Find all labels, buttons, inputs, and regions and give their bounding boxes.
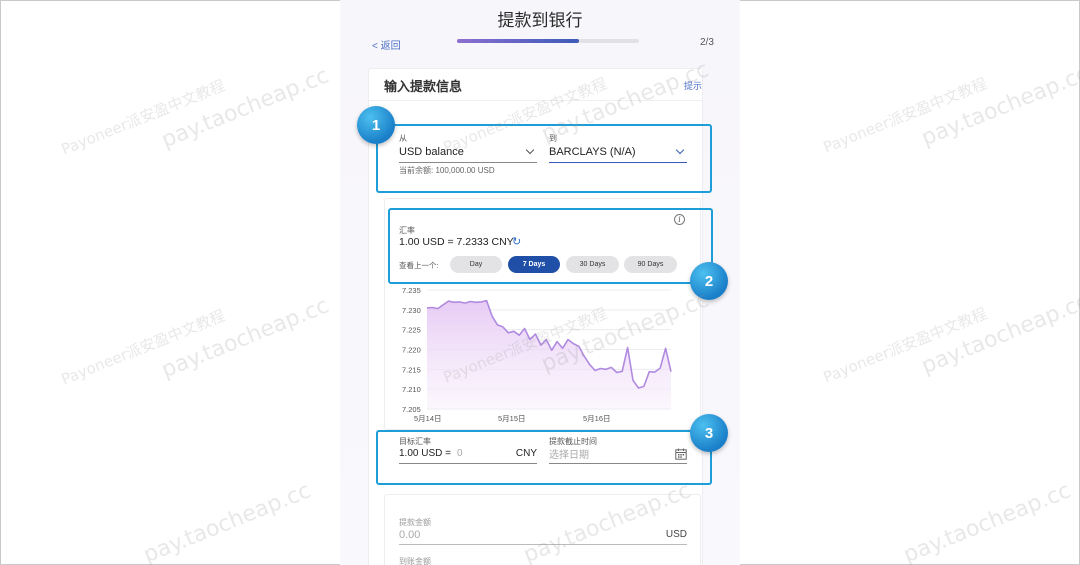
step-indicator: 2/3 <box>700 37 714 48</box>
progress-bar <box>457 39 639 43</box>
back-link[interactable]: < 返回 <box>372 37 401 52</box>
withdraw-amount-value: 0.00 <box>399 528 421 541</box>
withdraw-currency: USD <box>665 529 687 540</box>
step-badge-1: 1 <box>357 106 395 144</box>
y-tick-label: 7.230 <box>402 306 421 315</box>
highlight-box-target-rate <box>376 430 712 485</box>
highlight-box-exchange-rate <box>388 208 713 284</box>
page-title: 提款到银行 <box>497 11 583 30</box>
x-tick-label: 5月15日 <box>498 414 526 423</box>
y-tick-label: 7.235 <box>402 286 421 295</box>
form-title: 输入提款信息 <box>384 79 463 94</box>
y-tick-label: 7.220 <box>402 346 421 355</box>
y-tick-label: 7.225 <box>402 326 421 335</box>
step-badge-2: 2 <box>690 262 728 300</box>
x-tick-label: 5月14日 <box>414 414 442 423</box>
exchange-rate-chart: 7.235 7.230 7.225 7.220 7.215 7.210 7.205 5月14… <box>402 286 672 423</box>
arrive-amount-label: 到账金额 <box>399 557 431 565</box>
divider <box>368 100 703 101</box>
highlight-box-from-to <box>376 124 712 193</box>
x-tick-label: 5月16日 <box>583 414 611 423</box>
y-tick-label: 7.210 <box>402 385 421 394</box>
hint-link[interactable]: 提示 <box>684 79 702 92</box>
step-badge-3: 3 <box>690 414 728 452</box>
chart-area-fill <box>427 300 671 409</box>
y-tick-label: 7.205 <box>402 405 421 414</box>
y-tick-label: 7.215 <box>402 365 421 374</box>
withdraw-amount-input[interactable]: 0.00 USD <box>399 525 687 545</box>
progress-fill <box>457 39 579 43</box>
